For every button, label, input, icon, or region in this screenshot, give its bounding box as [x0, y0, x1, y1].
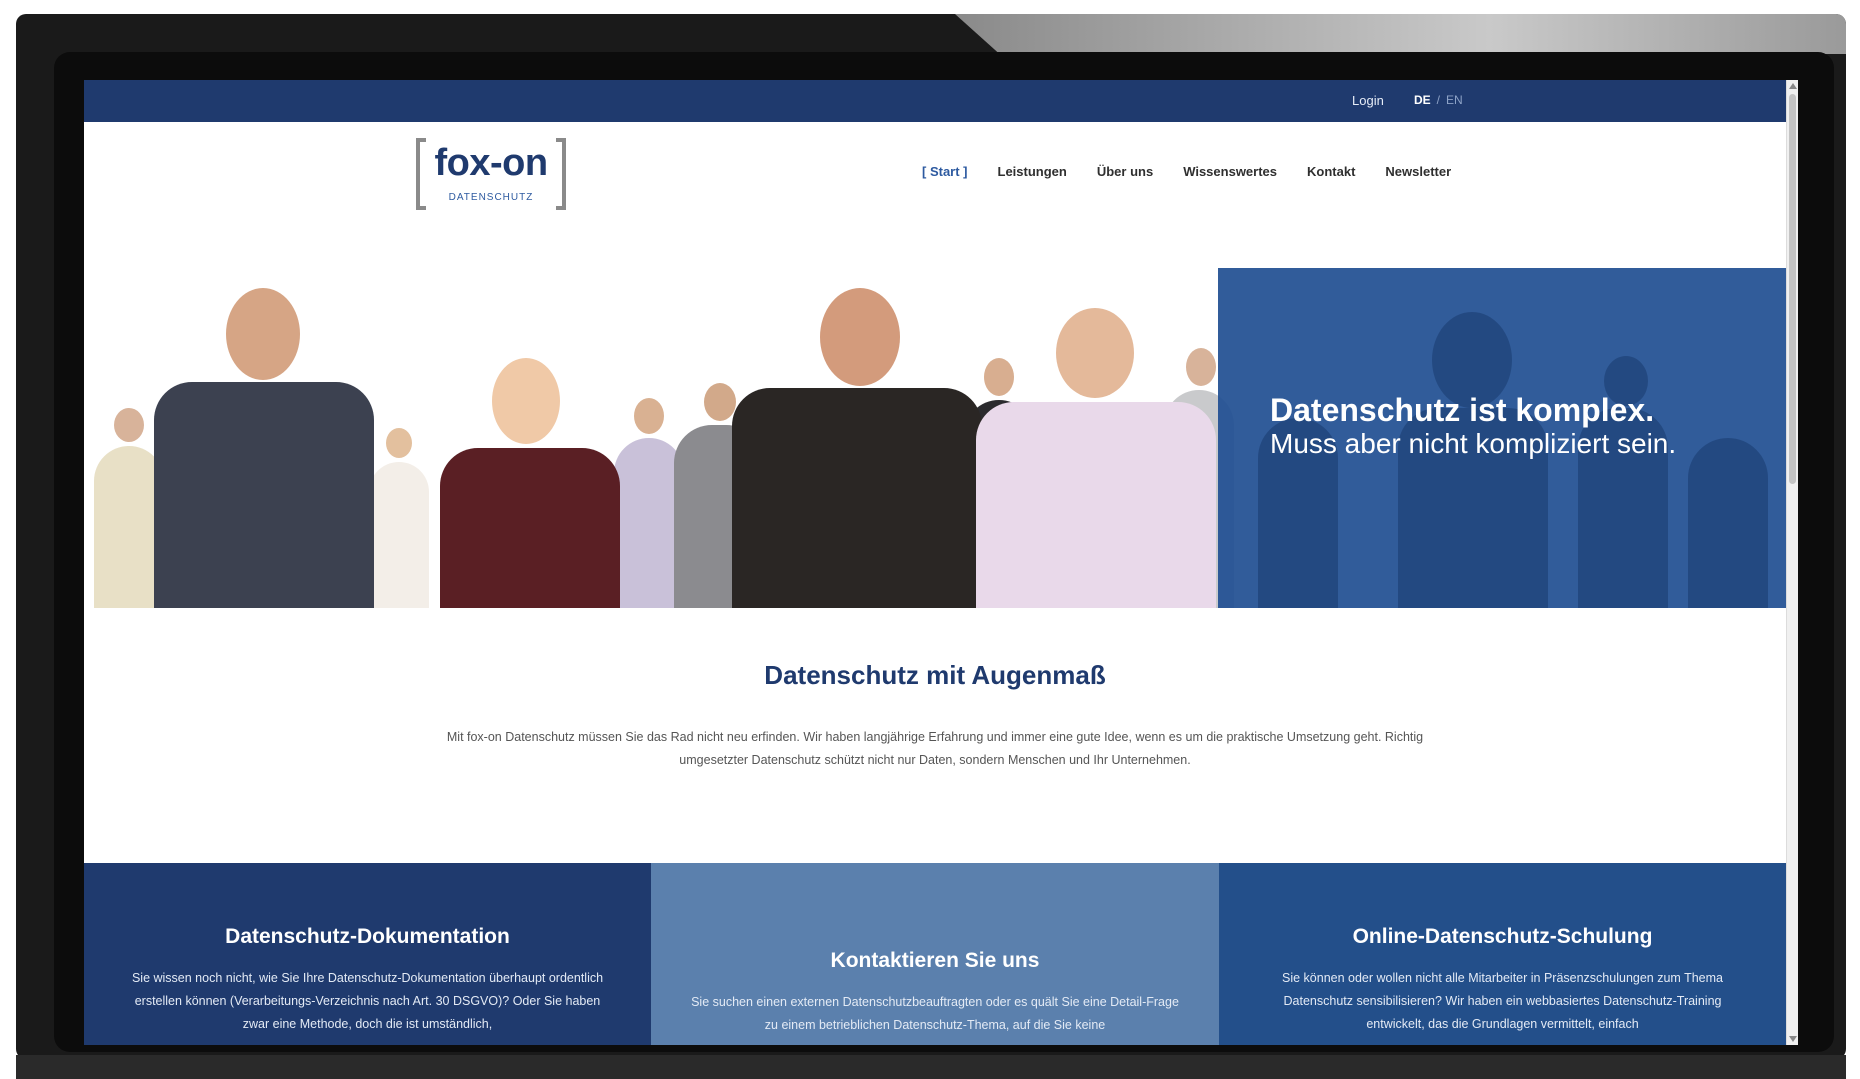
browser-viewport: Login DE / EN fox-on DATENSCHUTZ [ Start ]…: [84, 80, 1798, 1045]
monitor-reflection: [955, 14, 1846, 54]
hero-subline: Muss aber nicht kompliziert sein.: [1270, 428, 1677, 459]
scroll-up-icon[interactable]: [1789, 83, 1797, 89]
feature-online-training[interactable]: Online-Datenschutz-Schulung Sie können o…: [1219, 863, 1786, 1045]
photo-person: [154, 288, 374, 608]
nav-item-start[interactable]: [ Start ]: [922, 164, 968, 179]
nav-item-wissenswertes[interactable]: Wissenswertes: [1183, 164, 1277, 179]
scroll-down-icon[interactable]: [1789, 1036, 1797, 1042]
photo-person: [440, 358, 620, 608]
hero-banner: Datenschutz ist komplex. Muss aber nicht…: [84, 268, 1786, 608]
top-bar: Login DE / EN: [84, 80, 1786, 122]
feature-text: Sie wissen noch nicht, wie Sie Ihre Date…: [131, 971, 604, 1031]
nav-item-kontakt[interactable]: Kontakt: [1307, 164, 1355, 179]
language-switcher: DE / EN: [1414, 93, 1463, 107]
main-nav: [ Start ] Leistungen Über uns Wissenswer…: [922, 164, 1451, 179]
scroll-thumb[interactable]: [1789, 94, 1796, 484]
feature-title: Datenschutz-Dokumentation: [225, 925, 510, 948]
scrollbar[interactable]: [1786, 80, 1798, 1045]
feature-title: Online-Datenschutz-Schulung: [1352, 925, 1653, 948]
photo-person: [976, 308, 1216, 608]
photo-person-bg: [369, 428, 429, 608]
hero-team-photo: [84, 268, 1234, 608]
monitor-base: [16, 1055, 1846, 1079]
intro-title: Datenschutz mit Augenmaß: [764, 660, 1106, 690]
nav-item-ueber-uns[interactable]: Über uns: [1097, 164, 1153, 179]
logo-bracket-left: [416, 138, 426, 210]
nav-item-newsletter[interactable]: Newsletter: [1385, 164, 1451, 179]
feature-text: Sie können oder wollen nicht alle Mitarb…: [1282, 971, 1723, 1031]
feature-boxes: Datenschutz-Dokumentation Sie wissen noc…: [84, 863, 1786, 1045]
photo-person: [732, 288, 982, 608]
logo-wordmark: fox-on: [434, 142, 548, 184]
feature-contact[interactable]: Kontaktieren Sie uns Sie suchen einen ex…: [651, 863, 1219, 1045]
logo[interactable]: fox-on DATENSCHUTZ: [416, 138, 566, 210]
logo-bracket-right: [556, 138, 566, 210]
feature-title: Kontaktieren Sie uns: [830, 949, 1040, 972]
background: [0, 0, 1860, 14]
intro-text: Mit fox-on Datenschutz müssen Sie das Ra…: [446, 730, 1424, 767]
lang-en[interactable]: EN: [1446, 93, 1463, 107]
feature-documentation[interactable]: Datenschutz-Dokumentation Sie wissen noc…: [84, 863, 651, 1045]
logo-subtitle: DATENSCHUTZ: [448, 192, 534, 203]
hero-headline: Datenschutz ist komplex.: [1270, 392, 1655, 428]
lang-separator: /: [1436, 93, 1441, 107]
nav-item-leistungen[interactable]: Leistungen: [998, 164, 1067, 179]
lang-de[interactable]: DE: [1414, 93, 1431, 107]
feature-text: Sie suchen einen externen Datenschutzbea…: [691, 995, 1179, 1032]
login-link[interactable]: Login: [1352, 93, 1384, 108]
